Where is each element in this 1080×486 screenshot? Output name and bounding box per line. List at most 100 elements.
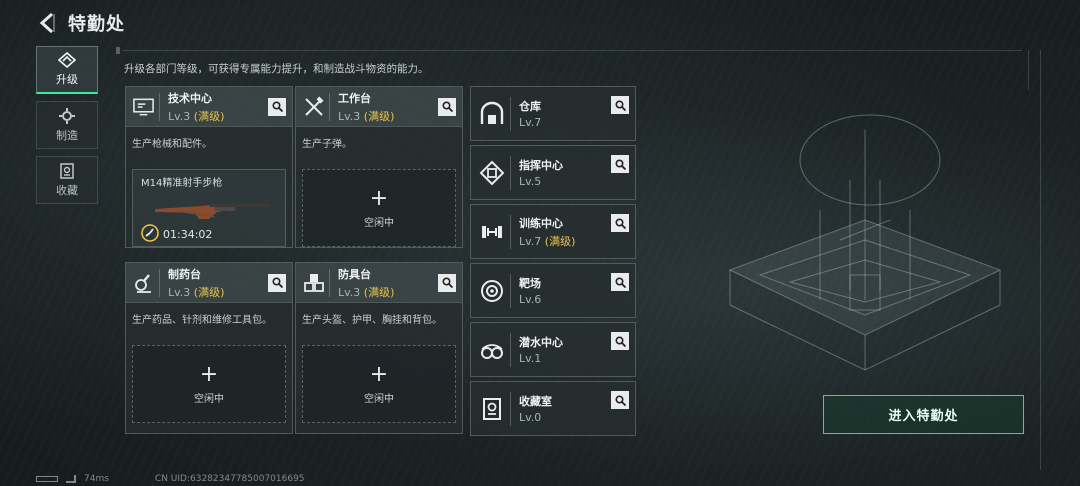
user-uid: CN UID:632823477850070166​95 xyxy=(154,474,305,484)
magnifier-icon xyxy=(614,217,626,229)
divider xyxy=(116,47,1022,54)
card-header: 制药台 Lv.3 (满级) xyxy=(126,263,292,303)
tab-upgrade[interactable]: 升级 xyxy=(36,46,98,94)
gear-icon xyxy=(59,107,75,124)
slot-status: 空闲中 xyxy=(364,217,394,229)
building-card-warehouse[interactable]: 仓库 Lv.7 xyxy=(470,86,636,141)
empty-production-slot[interactable]: + 空闲中 xyxy=(302,345,456,423)
rifle-image xyxy=(155,204,270,219)
section-description: 升级各部门等级，可获得专属能力提升，和制造战斗物资的能力。 xyxy=(124,63,429,75)
special-ops-base-illustration xyxy=(728,114,1002,371)
inspect-button[interactable] xyxy=(268,273,286,292)
department-card-tech-center[interactable]: 技术中心 Lv.3 (满级) 生产枪械和配件。 M14精准射手步枪 01:34:… xyxy=(125,86,293,248)
maxed-label: (满级) xyxy=(193,109,225,123)
building-card-diving-center[interactable]: 潜水中心 Lv.1 xyxy=(470,322,636,377)
department-name: 工作台 xyxy=(338,91,371,105)
crafting-slot[interactable]: M14精准射手步枪 01:34:02 xyxy=(132,169,286,247)
building-card-command-center[interactable]: 指挥中心 Lv.5 xyxy=(470,145,636,200)
building-level: Lv.7 (满级) xyxy=(519,234,576,248)
department-description: 生产头盔、护甲、胸挂和背包。 xyxy=(302,315,442,326)
building-level: Lv.6 xyxy=(519,293,542,306)
maxed-label: (满级) xyxy=(363,109,395,123)
inspect-button[interactable] xyxy=(611,391,629,409)
department-level: Lv.3 (满级) xyxy=(168,109,225,123)
inspect-button[interactable] xyxy=(611,273,629,291)
empty-production-slot[interactable]: + 空闲中 xyxy=(302,169,456,247)
magnifier-icon xyxy=(614,394,626,406)
building-name: 训练中心 xyxy=(519,216,563,230)
building-name: 指挥中心 xyxy=(519,159,563,172)
boxes-icon xyxy=(302,268,330,297)
department-level: Lv.3 (满级) xyxy=(168,285,225,299)
tab-label: 制造 xyxy=(56,128,78,142)
department-name: 防具台 xyxy=(338,267,371,281)
magnifier-icon xyxy=(271,277,283,288)
building-card-training-center[interactable]: 训练中心 Lv.7 (满级) xyxy=(470,204,636,259)
hud-line xyxy=(1040,50,1041,470)
crafting-item-name: M14精准射手步枪 xyxy=(141,178,223,189)
back-arrow-icon xyxy=(39,12,55,34)
inspect-button[interactable] xyxy=(268,97,286,116)
footer: 74ms CN UID:632823477850070166​95 xyxy=(36,474,305,484)
magnifier-icon xyxy=(614,158,626,170)
crafting-timer: 01:34:02 xyxy=(163,228,213,241)
collection-icon xyxy=(60,162,74,179)
tab-collection[interactable]: 收藏 xyxy=(36,156,98,204)
inspect-button[interactable] xyxy=(611,214,629,232)
chip-icon xyxy=(477,155,511,190)
back-button[interactable] xyxy=(36,10,58,36)
goggles-icon xyxy=(477,332,511,367)
slot-status: 空闲中 xyxy=(364,393,394,405)
department-level: Lv.3 (满级) xyxy=(338,285,395,299)
upgrade-icon xyxy=(58,52,76,68)
plus-icon: + xyxy=(369,361,389,387)
ping-readout: 74ms xyxy=(84,474,109,484)
inspect-button[interactable] xyxy=(611,332,629,350)
building-name: 潜水中心 xyxy=(519,336,563,349)
maxed-label: (满级) xyxy=(363,285,395,299)
inspect-button[interactable] xyxy=(611,96,629,114)
tab-craft[interactable]: 制造 xyxy=(36,101,98,149)
inspect-button[interactable] xyxy=(438,273,456,292)
tab-label: 收藏 xyxy=(56,183,78,197)
target-icon xyxy=(477,273,511,308)
inspect-button[interactable] xyxy=(438,97,456,116)
department-card-workbench[interactable]: 工作台 Lv.3 (满级) 生产子弹。 + 空闲中 xyxy=(295,86,463,248)
building-card-shooting-range[interactable]: 靶场 Lv.6 xyxy=(470,263,636,318)
magnifier-icon xyxy=(441,277,453,288)
magnifier-icon xyxy=(614,276,626,288)
card-header: 工作台 Lv.3 (满级) xyxy=(296,87,462,127)
signal-icon xyxy=(66,475,76,483)
building-level: Lv.1 xyxy=(519,352,542,365)
building-level: Lv.0 xyxy=(519,411,542,424)
warehouse-icon xyxy=(477,96,511,131)
department-description: 生产枪械和配件。 xyxy=(132,139,212,150)
magnifier-icon xyxy=(271,101,283,112)
inspect-button[interactable] xyxy=(611,155,629,173)
tab-label: 升级 xyxy=(56,73,78,86)
trophy-icon xyxy=(477,391,511,426)
building-name: 收藏室 xyxy=(519,395,552,408)
department-name: 制药台 xyxy=(168,267,201,281)
department-card-pharmacy[interactable]: 制药台 Lv.3 (满级) 生产药品、针剂和维修工具包。 + 空闲中 xyxy=(125,262,293,434)
tools-icon xyxy=(302,92,330,121)
building-card-collection-room[interactable]: 收藏室 Lv.0 xyxy=(470,381,636,436)
building-level: Lv.5 xyxy=(519,175,542,188)
dumbbell-icon xyxy=(477,214,511,249)
building-name: 仓库 xyxy=(519,100,541,113)
monitor-icon xyxy=(132,92,160,121)
maxed-label: (满级) xyxy=(544,234,576,248)
department-description: 生产药品、针剂和维修工具包。 xyxy=(132,315,272,326)
plus-icon: + xyxy=(199,361,219,387)
empty-production-slot[interactable]: + 空闲中 xyxy=(132,345,286,423)
header: 特勤处 xyxy=(36,8,125,38)
department-level: Lv.3 (满级) xyxy=(338,109,395,123)
battery-icon xyxy=(36,476,58,482)
microscope-icon xyxy=(132,268,160,297)
magnifier-icon xyxy=(614,99,626,111)
enter-special-ops-button[interactable]: 进入特勤处 xyxy=(823,395,1024,434)
building-name: 靶场 xyxy=(519,277,541,290)
department-card-armory[interactable]: 防具台 Lv.3 (满级) 生产头盔、护甲、胸挂和背包。 + 空闲中 xyxy=(295,262,463,434)
building-level: Lv.7 xyxy=(519,116,542,129)
maxed-label: (满级) xyxy=(193,285,225,299)
